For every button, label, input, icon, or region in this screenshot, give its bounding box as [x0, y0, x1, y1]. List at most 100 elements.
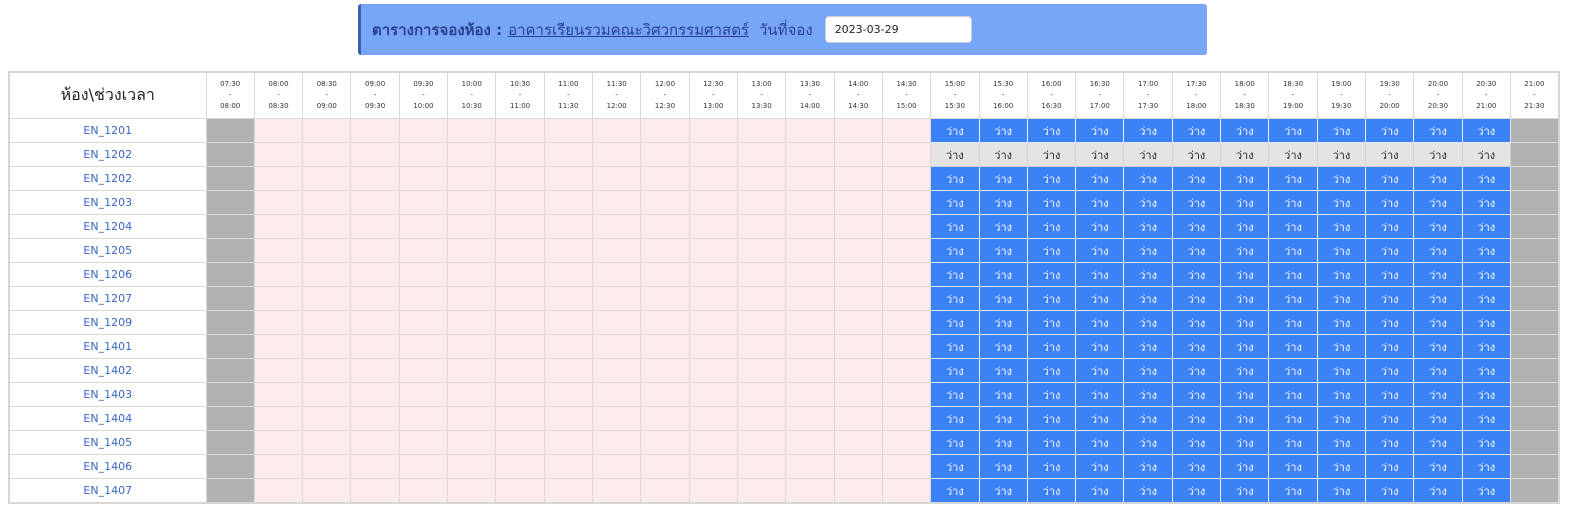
room-link[interactable]: EN_1207 [8, 286, 207, 311]
slot-free-button[interactable]: ว่าง [1026, 454, 1077, 479]
slot-free-button[interactable]: ว่าง [930, 382, 980, 407]
slot-free-button[interactable]: ว่าง [1220, 214, 1270, 239]
slot-free-button[interactable]: ว่าง [1026, 166, 1077, 191]
room-link[interactable]: EN_1202 [8, 166, 207, 191]
room-link[interactable]: EN_1406 [8, 454, 207, 479]
slot-free-button[interactable]: ว่าง [1026, 286, 1077, 311]
slot-free-button[interactable]: ว่าง [1171, 310, 1222, 335]
slot-free-button[interactable]: ว่าง [1268, 406, 1318, 431]
slot-free-button[interactable]: ว่าง [1364, 478, 1415, 504]
slot-free-button[interactable]: ว่าง [1123, 310, 1173, 335]
slot-free-grey[interactable]: ว่าง [1123, 142, 1173, 167]
slot-free-button[interactable]: ว่าง [1075, 118, 1125, 143]
slot-free-button[interactable]: ว่าง [1461, 310, 1511, 335]
slot-free-button[interactable]: ว่าง [1075, 262, 1125, 287]
slot-free-button[interactable]: ว่าง [1316, 262, 1367, 287]
slot-free-button[interactable]: ว่าง [1220, 166, 1270, 191]
slot-free-button[interactable]: ว่าง [978, 118, 1028, 143]
slot-free-button[interactable]: ว่าง [1413, 214, 1463, 239]
slot-free-button[interactable]: ว่าง [930, 118, 980, 143]
slot-free-button[interactable]: ว่าง [1123, 382, 1173, 407]
slot-free-button[interactable]: ว่าง [978, 406, 1028, 431]
slot-free-button[interactable]: ว่าง [1316, 454, 1367, 479]
slot-free-button[interactable]: ว่าง [1461, 358, 1511, 383]
slot-free-button[interactable]: ว่าง [1171, 190, 1222, 215]
slot-free-button[interactable]: ว่าง [1461, 334, 1511, 359]
room-link[interactable]: EN_1403 [8, 382, 207, 407]
slot-free-button[interactable]: ว่าง [1413, 166, 1463, 191]
slot-free-button[interactable]: ว่าง [1220, 382, 1270, 407]
slot-free-grey[interactable]: ว่าง [1461, 142, 1511, 167]
slot-free-button[interactable]: ว่าง [1171, 358, 1222, 383]
slot-free-button[interactable]: ว่าง [1123, 118, 1173, 143]
slot-free-button[interactable]: ว่าง [1268, 430, 1318, 455]
slot-free-button[interactable]: ว่าง [1075, 238, 1125, 263]
slot-free-button[interactable]: ว่าง [1171, 478, 1222, 504]
slot-free-button[interactable]: ว่าง [1316, 382, 1367, 407]
slot-free-grey[interactable]: ว่าง [1268, 142, 1318, 167]
slot-free-button[interactable]: ว่าง [1026, 262, 1077, 287]
slot-free-button[interactable]: ว่าง [1075, 382, 1125, 407]
slot-free-button[interactable]: ว่าง [1123, 430, 1173, 455]
slot-free-button[interactable]: ว่าง [1461, 382, 1511, 407]
room-link[interactable]: EN_1206 [8, 262, 207, 287]
slot-free-button[interactable]: ว่าง [1220, 358, 1270, 383]
slot-free-button[interactable]: ว่าง [1171, 382, 1222, 407]
slot-free-button[interactable]: ว่าง [1026, 334, 1077, 359]
slot-free-button[interactable]: ว่าง [1268, 454, 1318, 479]
room-link[interactable]: EN_1202 [8, 142, 207, 167]
room-link[interactable]: EN_1205 [8, 238, 207, 263]
slot-free-button[interactable]: ว่าง [1316, 118, 1367, 143]
slot-free-button[interactable]: ว่าง [1413, 406, 1463, 431]
slot-free-button[interactable]: ว่าง [1171, 334, 1222, 359]
slot-free-button[interactable]: ว่าง [1364, 382, 1415, 407]
slot-free-button[interactable]: ว่าง [930, 262, 980, 287]
slot-free-button[interactable]: ว่าง [1268, 118, 1318, 143]
slot-free-button[interactable]: ว่าง [1075, 310, 1125, 335]
room-link[interactable]: EN_1201 [8, 118, 207, 143]
slot-free-button[interactable]: ว่าง [1026, 310, 1077, 335]
slot-free-button[interactable]: ว่าง [1075, 334, 1125, 359]
slot-free-button[interactable]: ว่าง [930, 166, 980, 191]
slot-free-button[interactable]: ว่าง [978, 310, 1028, 335]
slot-free-button[interactable]: ว่าง [1123, 286, 1173, 311]
slot-free-button[interactable]: ว่าง [978, 430, 1028, 455]
slot-free-button[interactable]: ว่าง [1123, 214, 1173, 239]
slot-free-button[interactable]: ว่าง [1075, 190, 1125, 215]
slot-free-button[interactable]: ว่าง [1026, 190, 1077, 215]
room-link[interactable]: EN_1402 [8, 358, 207, 383]
slot-free-grey[interactable]: ว่าง [1075, 142, 1125, 167]
slot-free-button[interactable]: ว่าง [1171, 166, 1222, 191]
slot-free-button[interactable]: ว่าง [1171, 238, 1222, 263]
slot-free-button[interactable]: ว่าง [1461, 166, 1511, 191]
slot-free-button[interactable]: ว่าง [1123, 238, 1173, 263]
slot-free-button[interactable]: ว่าง [1316, 166, 1367, 191]
slot-free-button[interactable]: ว่าง [1413, 358, 1463, 383]
slot-free-button[interactable]: ว่าง [1316, 334, 1367, 359]
slot-free-button[interactable]: ว่าง [1268, 358, 1318, 383]
slot-free-button[interactable]: ว่าง [1413, 238, 1463, 263]
slot-free-button[interactable]: ว่าง [1461, 406, 1511, 431]
slot-free-button[interactable]: ว่าง [1171, 214, 1222, 239]
slot-free-button[interactable]: ว่าง [1413, 382, 1463, 407]
slot-free-button[interactable]: ว่าง [1461, 190, 1511, 215]
slot-free-button[interactable]: ว่าง [1461, 214, 1511, 239]
slot-free-button[interactable]: ว่าง [1026, 358, 1077, 383]
slot-free-button[interactable]: ว่าง [1461, 262, 1511, 287]
slot-free-button[interactable]: ว่าง [1364, 166, 1415, 191]
slot-free-button[interactable]: ว่าง [1026, 382, 1077, 407]
slot-free-button[interactable]: ว่าง [930, 454, 980, 479]
building-link[interactable]: อาคารเรียนรวมคณะวิศวกรรมศาสตร์ [508, 18, 749, 42]
slot-free-button[interactable]: ว่าง [1413, 334, 1463, 359]
slot-free-button[interactable]: ว่าง [1026, 478, 1077, 504]
slot-free-button[interactable]: ว่าง [1220, 454, 1270, 479]
slot-free-button[interactable]: ว่าง [978, 238, 1028, 263]
slot-free-button[interactable]: ว่าง [978, 478, 1028, 504]
slot-free-button[interactable]: ว่าง [930, 190, 980, 215]
slot-free-button[interactable]: ว่าง [978, 166, 1028, 191]
date-input[interactable] [824, 16, 972, 43]
slot-free-button[interactable]: ว่าง [1220, 334, 1270, 359]
slot-free-button[interactable]: ว่าง [1220, 430, 1270, 455]
slot-free-grey[interactable]: ว่าง [1220, 142, 1270, 167]
room-link[interactable]: EN_1404 [8, 406, 207, 431]
